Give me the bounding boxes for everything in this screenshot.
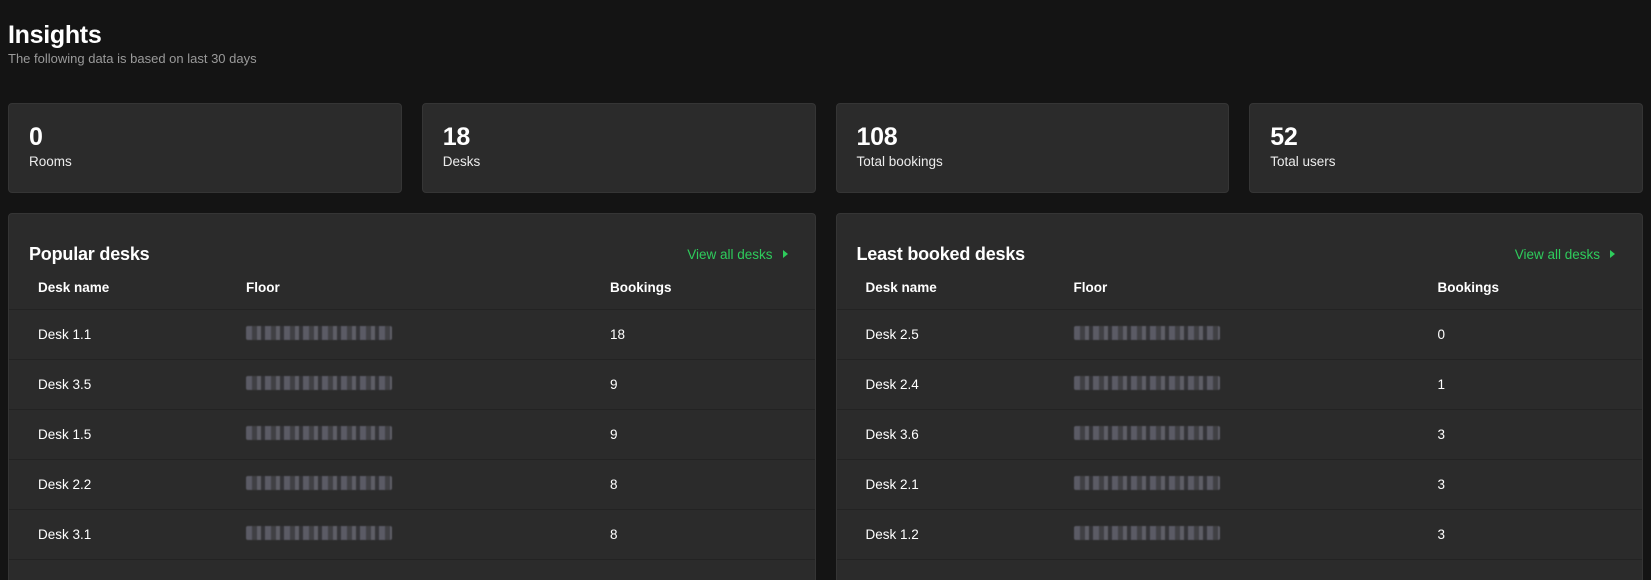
desk-name-cell: Desk 1.5 bbox=[9, 409, 246, 460]
stat-label: Desks bbox=[442, 154, 481, 169]
stat-value: 18 bbox=[442, 123, 471, 151]
redacted-floor bbox=[1073, 375, 1220, 390]
stat-value: 52 bbox=[1270, 123, 1298, 151]
stat-label: Total bookings bbox=[856, 154, 943, 169]
stat-label: Total users bbox=[1270, 154, 1336, 169]
least-booked-desks-panel: Least booked desks View all desks Desk n… bbox=[835, 213, 1643, 580]
table-header-row: Desk name Floor Bookings bbox=[9, 270, 815, 310]
chevron-right-icon bbox=[782, 250, 788, 258]
view-all-label: View all desks bbox=[687, 246, 773, 262]
table-row[interactable]: Desk 1.1 18 bbox=[9, 309, 815, 360]
panel-header: Popular desks View all desks bbox=[9, 214, 815, 266]
view-all-desks-link[interactable]: View all desks bbox=[1515, 247, 1615, 262]
panel-header: Least booked desks View all desks bbox=[837, 214, 1643, 266]
bookings-cell: 1 bbox=[1437, 359, 1642, 410]
table-row[interactable]: Desk 1.5 9 bbox=[9, 409, 815, 460]
panel-title: Popular desks bbox=[29, 243, 150, 264]
desk-name-cell: Desk 2.4 bbox=[836, 359, 1074, 410]
redacted-floor bbox=[246, 475, 392, 490]
page-subtitle: The following data is based on last 30 d… bbox=[8, 51, 257, 66]
bookings-cell: 3 bbox=[1437, 509, 1642, 560]
floor-cell bbox=[246, 309, 610, 360]
stat-card-total-users: 52 Total users bbox=[1249, 103, 1643, 193]
bookings-cell: 0 bbox=[1437, 309, 1642, 360]
least-booked-desks-table: Desk name Floor Bookings Desk 2.5 0 Desk… bbox=[836, 270, 1642, 560]
table-row[interactable]: Desk 3.1 8 bbox=[9, 509, 815, 560]
floor-cell bbox=[1073, 459, 1438, 510]
bookings-cell: 18 bbox=[610, 309, 815, 360]
table-row[interactable]: Desk 3.5 9 bbox=[9, 359, 815, 410]
redacted-floor bbox=[1073, 425, 1220, 440]
column-header-bookings[interactable]: Bookings bbox=[1437, 270, 1642, 310]
bookings-cell: 9 bbox=[610, 359, 815, 410]
chevron-right-icon bbox=[1610, 250, 1615, 258]
floor-cell bbox=[1073, 359, 1438, 410]
view-all-desks-link[interactable]: View all desks bbox=[687, 246, 788, 262]
floor-cell bbox=[1073, 309, 1438, 360]
redacted-floor bbox=[1073, 325, 1220, 340]
redacted-floor bbox=[1073, 525, 1220, 540]
view-all-label: View all desks bbox=[1514, 246, 1600, 262]
stat-label: Rooms bbox=[29, 154, 72, 169]
desk-name-cell: Desk 2.2 bbox=[9, 459, 246, 510]
popular-desks-panel: Popular desks View all desks Desk name F… bbox=[8, 213, 816, 580]
stat-card-rooms: 0 Rooms bbox=[8, 103, 402, 193]
page-title: Insights bbox=[8, 21, 102, 49]
floor-cell bbox=[246, 409, 610, 460]
table-header-row: Desk name Floor Bookings bbox=[836, 270, 1642, 310]
column-header-desk-name[interactable]: Desk name bbox=[836, 270, 1074, 310]
bookings-cell: 9 bbox=[610, 409, 815, 460]
table-row[interactable]: Desk 1.2 3 bbox=[836, 509, 1642, 560]
column-header-floor[interactable]: Floor bbox=[246, 270, 610, 310]
desk-name-cell: Desk 1.1 bbox=[9, 309, 246, 360]
floor-cell bbox=[1073, 409, 1438, 460]
desk-name-cell: Desk 3.1 bbox=[9, 509, 246, 560]
table-row[interactable]: Desk 2.4 1 bbox=[836, 359, 1642, 410]
redacted-floor bbox=[246, 325, 392, 340]
column-header-bookings[interactable]: Bookings bbox=[610, 270, 815, 310]
column-header-desk-name[interactable]: Desk name bbox=[9, 270, 246, 310]
table-row[interactable]: Desk 2.2 8 bbox=[9, 459, 815, 510]
page-header: Insights The following data is based on … bbox=[8, 20, 257, 66]
table-row[interactable]: Desk 2.5 0 bbox=[836, 309, 1642, 360]
bookings-cell: 8 bbox=[610, 459, 815, 510]
bookings-cell: 8 bbox=[610, 509, 815, 560]
redacted-floor bbox=[246, 375, 392, 390]
desk-name-cell: Desk 2.1 bbox=[836, 459, 1074, 510]
insights-page: Insights The following data is based on … bbox=[0, 0, 1651, 580]
table-row[interactable]: Desk 3.6 3 bbox=[836, 409, 1642, 460]
floor-cell bbox=[246, 459, 610, 510]
desk-name-cell: Desk 3.5 bbox=[9, 359, 246, 410]
panels-row: Popular desks View all desks Desk name F… bbox=[8, 213, 1643, 580]
bookings-cell: 3 bbox=[1437, 409, 1642, 460]
table-row[interactable]: Desk 2.1 3 bbox=[836, 459, 1642, 510]
floor-cell bbox=[246, 359, 610, 410]
redacted-floor bbox=[246, 425, 392, 440]
redacted-floor bbox=[246, 525, 392, 540]
column-header-floor[interactable]: Floor bbox=[1073, 270, 1438, 310]
desk-name-cell: Desk 1.2 bbox=[836, 509, 1074, 560]
stat-card-desks: 18 Desks bbox=[421, 103, 816, 193]
popular-desks-table: Desk name Floor Bookings Desk 1.1 18 Des… bbox=[9, 270, 815, 560]
desk-name-cell: Desk 2.5 bbox=[836, 309, 1074, 360]
redacted-floor bbox=[1073, 475, 1220, 490]
desk-name-cell: Desk 3.6 bbox=[836, 409, 1074, 460]
stat-card-total-bookings: 108 Total bookings bbox=[835, 103, 1230, 193]
floor-cell bbox=[246, 509, 610, 560]
stats-row: 0 Rooms 18 Desks 108 Total bookings 52 T… bbox=[8, 103, 1643, 193]
bookings-cell: 3 bbox=[1437, 459, 1642, 510]
stat-value: 108 bbox=[856, 123, 898, 151]
stat-value: 0 bbox=[29, 123, 43, 151]
floor-cell bbox=[1073, 509, 1438, 560]
panel-title: Least booked desks bbox=[856, 243, 1026, 264]
